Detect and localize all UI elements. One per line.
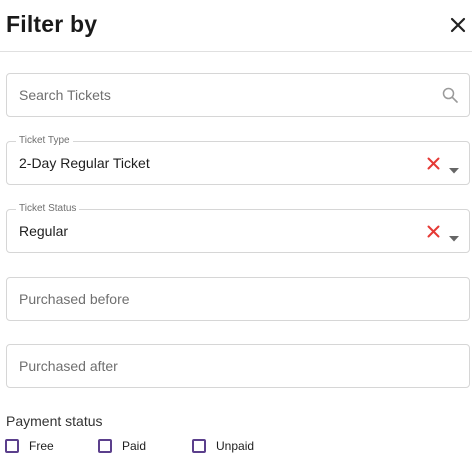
page-title: Filter by [6,11,98,37]
ticket-type-value: 2-Day Regular Ticket [19,155,150,171]
checkbox-box[interactable] [192,439,206,453]
purchased-before-placeholder: Purchased before [19,291,130,307]
filter-header: Filter by [0,0,472,52]
ticket-status-label: Ticket Status [16,203,80,215]
checkbox-unpaid[interactable]: Unpaid [192,437,254,455]
checkbox-box[interactable] [5,439,19,453]
ticket-type-label: Ticket Type [16,135,73,147]
purchased-before-field[interactable]: Purchased before [6,277,470,321]
search-icon[interactable] [442,87,458,108]
payment-status-label: Payment status [6,413,103,429]
ticket-type-select[interactable]: Ticket Type 2-Day Regular Ticket [6,135,470,185]
checkbox-box[interactable] [98,439,112,453]
checkbox-paid[interactable]: Paid [98,437,146,455]
chevron-down-icon[interactable] [449,229,459,247]
purchased-after-placeholder: Purchased after [19,358,118,374]
checkbox-label-free: Free [29,439,54,453]
chevron-down-icon[interactable] [449,161,459,179]
checkbox-label-unpaid: Unpaid [216,439,255,453]
clear-ticket-status-icon[interactable] [427,225,440,243]
ticket-status-select[interactable]: Ticket Status Regular [6,203,470,253]
purchased-after-field[interactable]: Purchased after [6,344,470,388]
checkbox-label-paid: Paid [122,439,147,453]
checkbox-free[interactable]: Free [5,437,54,455]
clear-ticket-type-icon[interactable] [427,157,440,175]
close-button[interactable] [446,13,470,37]
close-icon [450,17,466,33]
search-input-placeholder: Search Tickets [19,87,111,103]
search-tickets-field[interactable]: Search Tickets [6,73,470,117]
ticket-status-value: Regular [19,223,69,239]
